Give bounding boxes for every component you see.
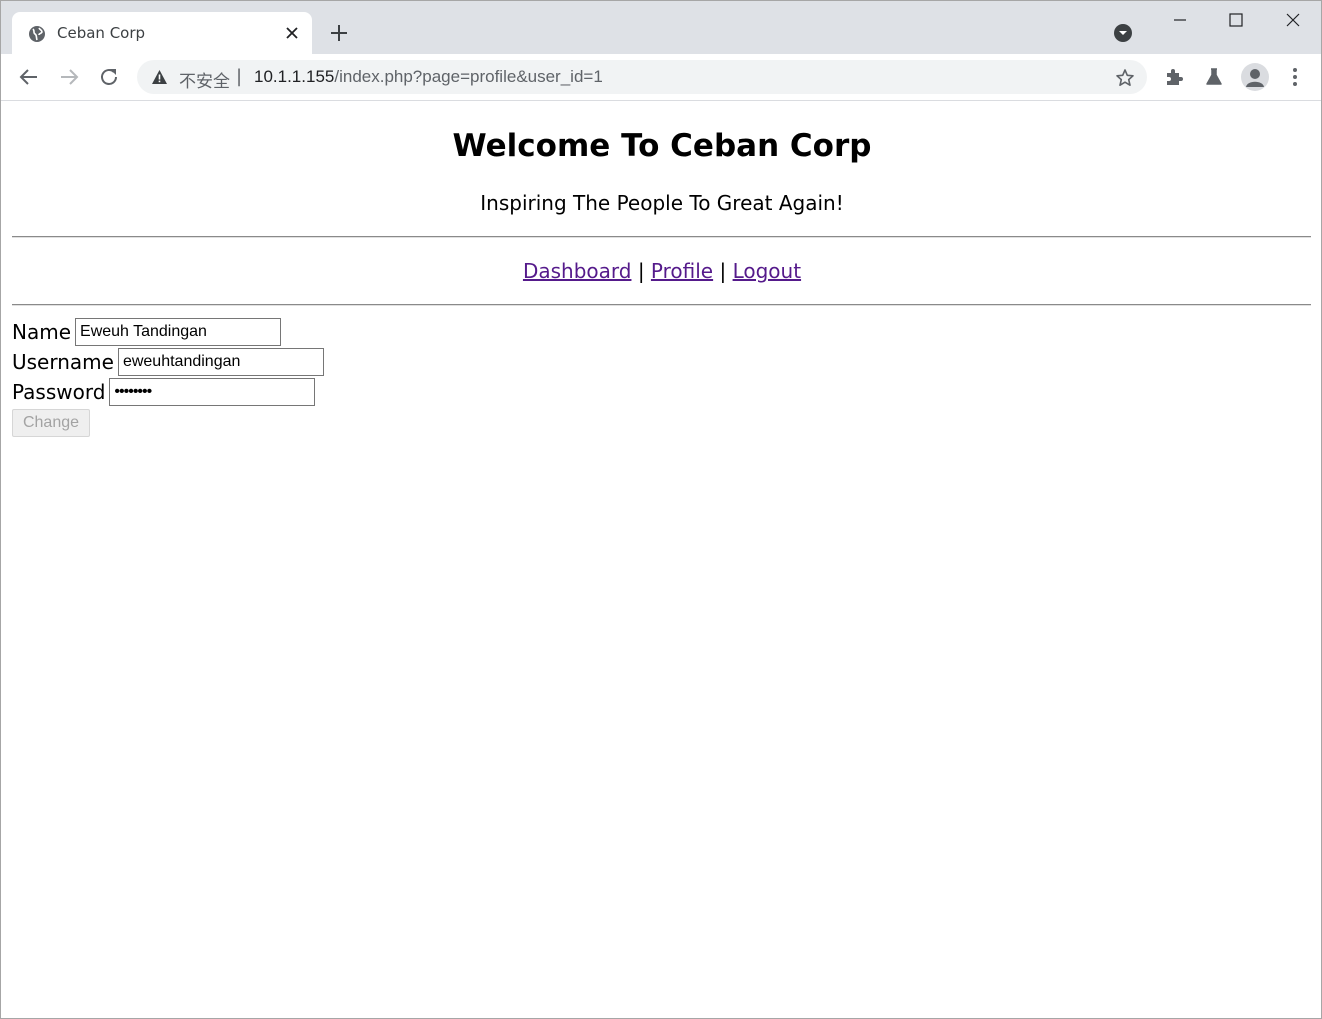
name-label: Name — [12, 320, 72, 344]
nav-link-logout[interactable]: Logout — [733, 259, 801, 283]
tab-title: Ceban Corp — [57, 24, 146, 42]
password-input[interactable] — [109, 378, 316, 406]
globe-icon — [28, 25, 46, 43]
warning-icon[interactable] — [151, 69, 168, 86]
url-path: /index.php?page=profile&user_id=1 — [334, 67, 603, 86]
change-button[interactable]: Change — [12, 409, 90, 437]
tab-strip: Ceban Corp — [1, 1, 1321, 54]
url-text[interactable]: 10.1.1.155/index.php?page=profile&user_i… — [254, 67, 603, 87]
forward-arrow-icon[interactable] — [57, 65, 81, 89]
page-content: Welcome To Ceban Corp Inspiring The Peop… — [1, 101, 1321, 1018]
profile-avatar-icon[interactable] — [1241, 63, 1269, 91]
password-row: Password — [12, 378, 316, 406]
nav-separator: | — [719, 259, 727, 283]
window-close-icon[interactable] — [1282, 9, 1304, 31]
browser-tab[interactable]: Ceban Corp — [12, 12, 312, 54]
nav-separator: | — [637, 259, 645, 283]
name-input[interactable] — [75, 318, 282, 346]
page-title: Welcome To Ceban Corp — [452, 128, 872, 164]
security-label[interactable]: 不安全 — [179, 67, 230, 92]
tab-search-icon[interactable] — [1112, 22, 1134, 44]
browser-window: Ceban Corp 不安全 | 10.1.1.155/index.php?pa… — [0, 0, 1322, 1019]
plus-icon[interactable] — [328, 22, 350, 44]
browser-toolbar: 不安全 | 10.1.1.155/index.php?page=profile&… — [1, 54, 1321, 101]
nav-link-profile[interactable]: Profile — [651, 259, 713, 283]
address-bar[interactable]: 不安全 | 10.1.1.155/index.php?page=profile&… — [137, 60, 1147, 94]
divider — [12, 236, 1311, 238]
minimize-icon[interactable] — [1169, 9, 1191, 31]
username-label: Username — [12, 350, 114, 374]
page-tagline: Inspiring The People To Great Again! — [480, 191, 844, 215]
name-row: Name — [12, 318, 282, 346]
site-nav: Dashboard | Profile | Logout — [1, 259, 1321, 283]
nav-link-dashboard[interactable]: Dashboard — [523, 259, 632, 283]
password-label: Password — [12, 380, 106, 404]
labs-flask-icon[interactable] — [1203, 66, 1225, 88]
close-icon[interactable] — [284, 25, 300, 41]
back-arrow-icon[interactable] — [17, 65, 41, 89]
maximize-icon[interactable] — [1225, 9, 1247, 31]
reload-icon[interactable] — [97, 65, 121, 89]
extensions-puzzle-icon[interactable] — [1163, 66, 1185, 88]
divider — [12, 304, 1311, 306]
star-icon[interactable] — [1115, 68, 1135, 88]
username-input[interactable] — [117, 348, 324, 376]
address-separator: | — [236, 66, 243, 87]
username-row: Username — [12, 348, 324, 376]
menu-kebab-icon[interactable] — [1284, 66, 1306, 88]
url-host: 10.1.1.155 — [254, 67, 335, 86]
